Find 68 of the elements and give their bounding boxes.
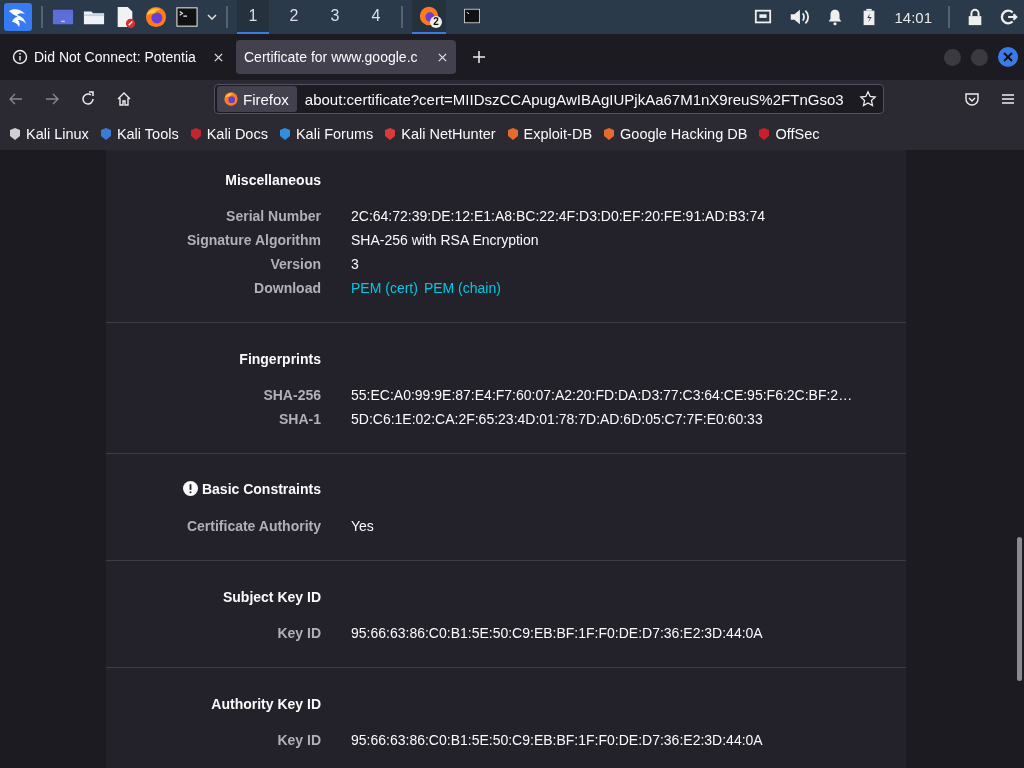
section-title: Miscellaneous [225,172,321,188]
tab-title: Did Not Connect: Potentia [34,49,197,65]
lock-icon[interactable] [966,8,984,26]
field-label: Key ID [277,732,321,748]
browser-tab[interactable]: Did Not Connect: Potentia [4,40,232,74]
clock: 14:01 [894,8,932,26]
caret-icon[interactable] [207,14,217,20]
close-icon[interactable] [213,51,224,63]
forward-icon[interactable] [44,91,60,107]
firefox-icon[interactable] [145,6,167,28]
new-tab-icon[interactable] [472,50,486,64]
field-value: 95:66:63:86:C0:B1:5E:50:C9:EB:BF:1F:F0:DE:D7:36:E2:3D:44:0A [351,625,763,641]
bookmark-link[interactable]: Google Hacking DB [602,126,748,142]
bookmark-link[interactable]: Exploit-DB [505,126,593,142]
bookmark-link[interactable]: Kali NetHunter [383,126,496,142]
close-icon[interactable] [437,51,448,63]
field-label: Key ID [277,625,321,641]
section-title: Authority Key ID [211,696,321,712]
info-icon [12,49,28,65]
field-label: Version [270,256,321,272]
field-value: 5D:C6:1E:02:CA:2F:65:23:4D:01:78:7D:AD:6D:05:C7:7F:E0:60:33 [351,411,763,427]
dragon-logo-icon[interactable] [4,3,32,31]
workspace-button[interactable]: 4 [360,0,392,34]
pocket-icon[interactable] [964,91,980,107]
bookmark-link[interactable]: Kali Docs [188,126,268,142]
bookmark-link[interactable]: Kali Tools [98,126,179,142]
terminal-icon [463,7,481,25]
network-icon[interactable] [754,8,773,26]
field-label: SHA-1 [279,411,321,427]
star-icon[interactable] [859,90,877,108]
field-label: SHA-256 [263,387,321,403]
bookmark-link[interactable]: Kali Linux [8,126,89,142]
browser-tab[interactable]: Certificate for www.google.c [236,40,456,74]
workspace-button[interactable]: 2 [278,0,310,34]
bookmark-link[interactable]: Kali Forums [277,126,374,142]
workspace-button[interactable]: 3 [319,0,351,34]
field-value: Yes [351,518,374,534]
menu-icon[interactable] [1000,91,1016,107]
identity-button[interactable]: Firefox [217,86,297,112]
back-icon[interactable] [8,91,24,107]
field-label: Serial Number [226,208,321,224]
field-value: 55:EC:A0:99:9E:87:E4:F7:60:07:A2:20:FD:DA:D3:77:C3:64:CE:95:F6:2C:BF:2… [351,387,853,403]
field-label: Signature Algorithm [186,232,321,248]
download-link[interactable]: PEM (cert) [351,280,418,296]
tab-title: Certificate for www.google.c [244,49,419,65]
field-value: 2C:64:72:39:DE:12:E1:A8:BC:22:4F:D3:D0:EF:20:FE:91:AD:B3:74 [351,208,765,224]
home-icon[interactable] [116,91,132,107]
reload-icon[interactable] [80,91,96,107]
field-value: 95:66:63:86:C0:B1:5E:50:C9:EB:BF:1F:F0:DE:D7:36:E2:3D:44:0A [351,732,763,748]
section-title: Basic Constraints [182,480,321,497]
workspace-button[interactable]: 1 [237,0,269,34]
address-bar[interactable]: Firefox about:certificate?cert=MIIDszCCApugAwIBAgIUPjkAa67M1nX9reuS%2FTnGso3 [214,84,884,114]
bookmark-link[interactable]: OffSec [757,126,820,142]
warning-icon [182,481,198,497]
firefox-icon [418,5,440,27]
section-title: Subject Key ID [222,589,321,605]
field-value: SHA-256 with RSA Encryption [351,232,539,248]
scrollbar-thumb[interactable] [1017,537,1022,681]
download-link[interactable]: PEM (chain) [423,280,501,296]
field-label: Certificate Authority [186,518,321,534]
field-value: 3 [351,256,359,272]
url-text: about:certificate?cert=MIIDszCCApugAwIBAgIUPjkAa67M1nX9reuS%2FTnGso3 [304,90,845,108]
logout-icon[interactable] [1000,8,1018,26]
taskbar-app-button[interactable]: 2 [412,0,446,34]
section-title: Fingerprints [239,351,321,367]
terminal-icon[interactable] [176,6,198,28]
firefox-icon [223,91,239,107]
field-label: Download [254,280,321,296]
